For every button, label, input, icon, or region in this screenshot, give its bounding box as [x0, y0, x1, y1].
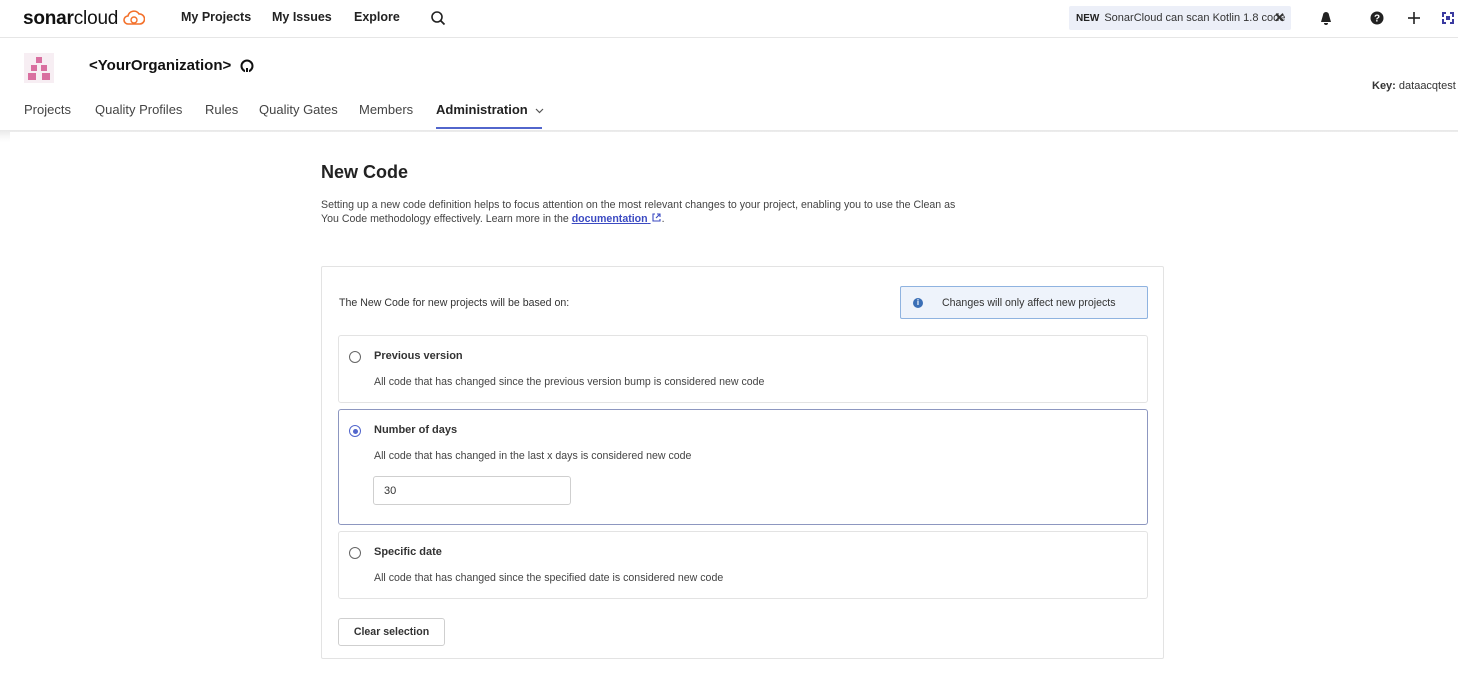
clear-selection-button[interactable]: Clear selection — [338, 618, 445, 646]
option-number-of-days[interactable]: Number of days All code that has changed… — [338, 409, 1148, 525]
news-banner[interactable]: NEW SonarCloud can scan Kotlin 1.8 code … — [1069, 6, 1291, 30]
documentation-link[interactable]: documentation — [572, 213, 662, 225]
close-icon[interactable]: ✕ — [1274, 10, 1285, 26]
active-tab-indicator — [436, 127, 542, 129]
plus-icon[interactable] — [1405, 9, 1423, 27]
radio-specific-date[interactable] — [349, 547, 361, 559]
option-specific-date[interactable]: Specific date All code that has changed … — [338, 531, 1148, 599]
github-icon[interactable] — [240, 59, 254, 73]
nav-my-issues[interactable]: My Issues — [272, 10, 332, 24]
subnav-projects[interactable]: Projects — [24, 102, 71, 117]
bell-icon[interactable] — [1317, 9, 1335, 27]
option-title: Previous version — [374, 350, 463, 362]
external-link-icon — [652, 213, 661, 222]
info-text: Changes will only affect new projects — [942, 297, 1116, 309]
top-navbar: sonarcloud My Projects My Issues Explore… — [0, 0, 1458, 38]
option-title: Specific date — [374, 546, 442, 558]
subnav-quality-profiles[interactable]: Quality Profiles — [95, 102, 182, 117]
user-avatar[interactable] — [1439, 9, 1457, 27]
option-description: All code that has changed since the prev… — [374, 376, 765, 388]
nav-explore[interactable]: Explore — [354, 10, 400, 24]
news-text: SonarCloud can scan Kotlin 1.8 code — [1104, 12, 1286, 24]
radio-previous-version[interactable] — [349, 351, 361, 363]
subnav-administration[interactable]: Administration — [436, 102, 544, 117]
search-icon[interactable] — [430, 10, 446, 26]
option-previous-version[interactable]: Previous version All code that has chang… — [338, 335, 1148, 403]
radio-number-of-days[interactable] — [349, 425, 361, 437]
based-on-label: The New Code for new projects will be ba… — [339, 297, 570, 309]
option-description: All code that has changed in the last x … — [374, 450, 692, 462]
page-description: Setting up a new code definition helps t… — [321, 199, 956, 225]
option-description: All code that has changed since the spec… — [374, 572, 724, 584]
help-icon[interactable]: ? — [1368, 9, 1386, 27]
days-input[interactable] — [373, 476, 571, 505]
org-avatar — [24, 53, 54, 83]
cloud-logo-icon — [123, 10, 145, 25]
svg-text:?: ? — [1374, 14, 1380, 25]
subnav-members[interactable]: Members — [359, 102, 413, 117]
info-message: i Changes will only affect new projects — [900, 286, 1148, 319]
option-title: Number of days — [374, 424, 458, 436]
page-title: New Code — [321, 162, 409, 182]
info-icon: i — [913, 298, 923, 308]
subnav-rules[interactable]: Rules — [205, 102, 238, 117]
org-name[interactable]: <YourOrganization> — [89, 57, 231, 74]
nav-my-projects[interactable]: My Projects — [181, 10, 251, 24]
subnav-quality-gates[interactable]: Quality Gates — [259, 102, 338, 117]
org-key: Key: dataacqtest — [1372, 80, 1456, 92]
news-badge: NEW — [1076, 12, 1100, 24]
sonarcloud-logo[interactable]: sonarcloud — [23, 8, 118, 30]
chevron-down-icon — [535, 108, 544, 113]
